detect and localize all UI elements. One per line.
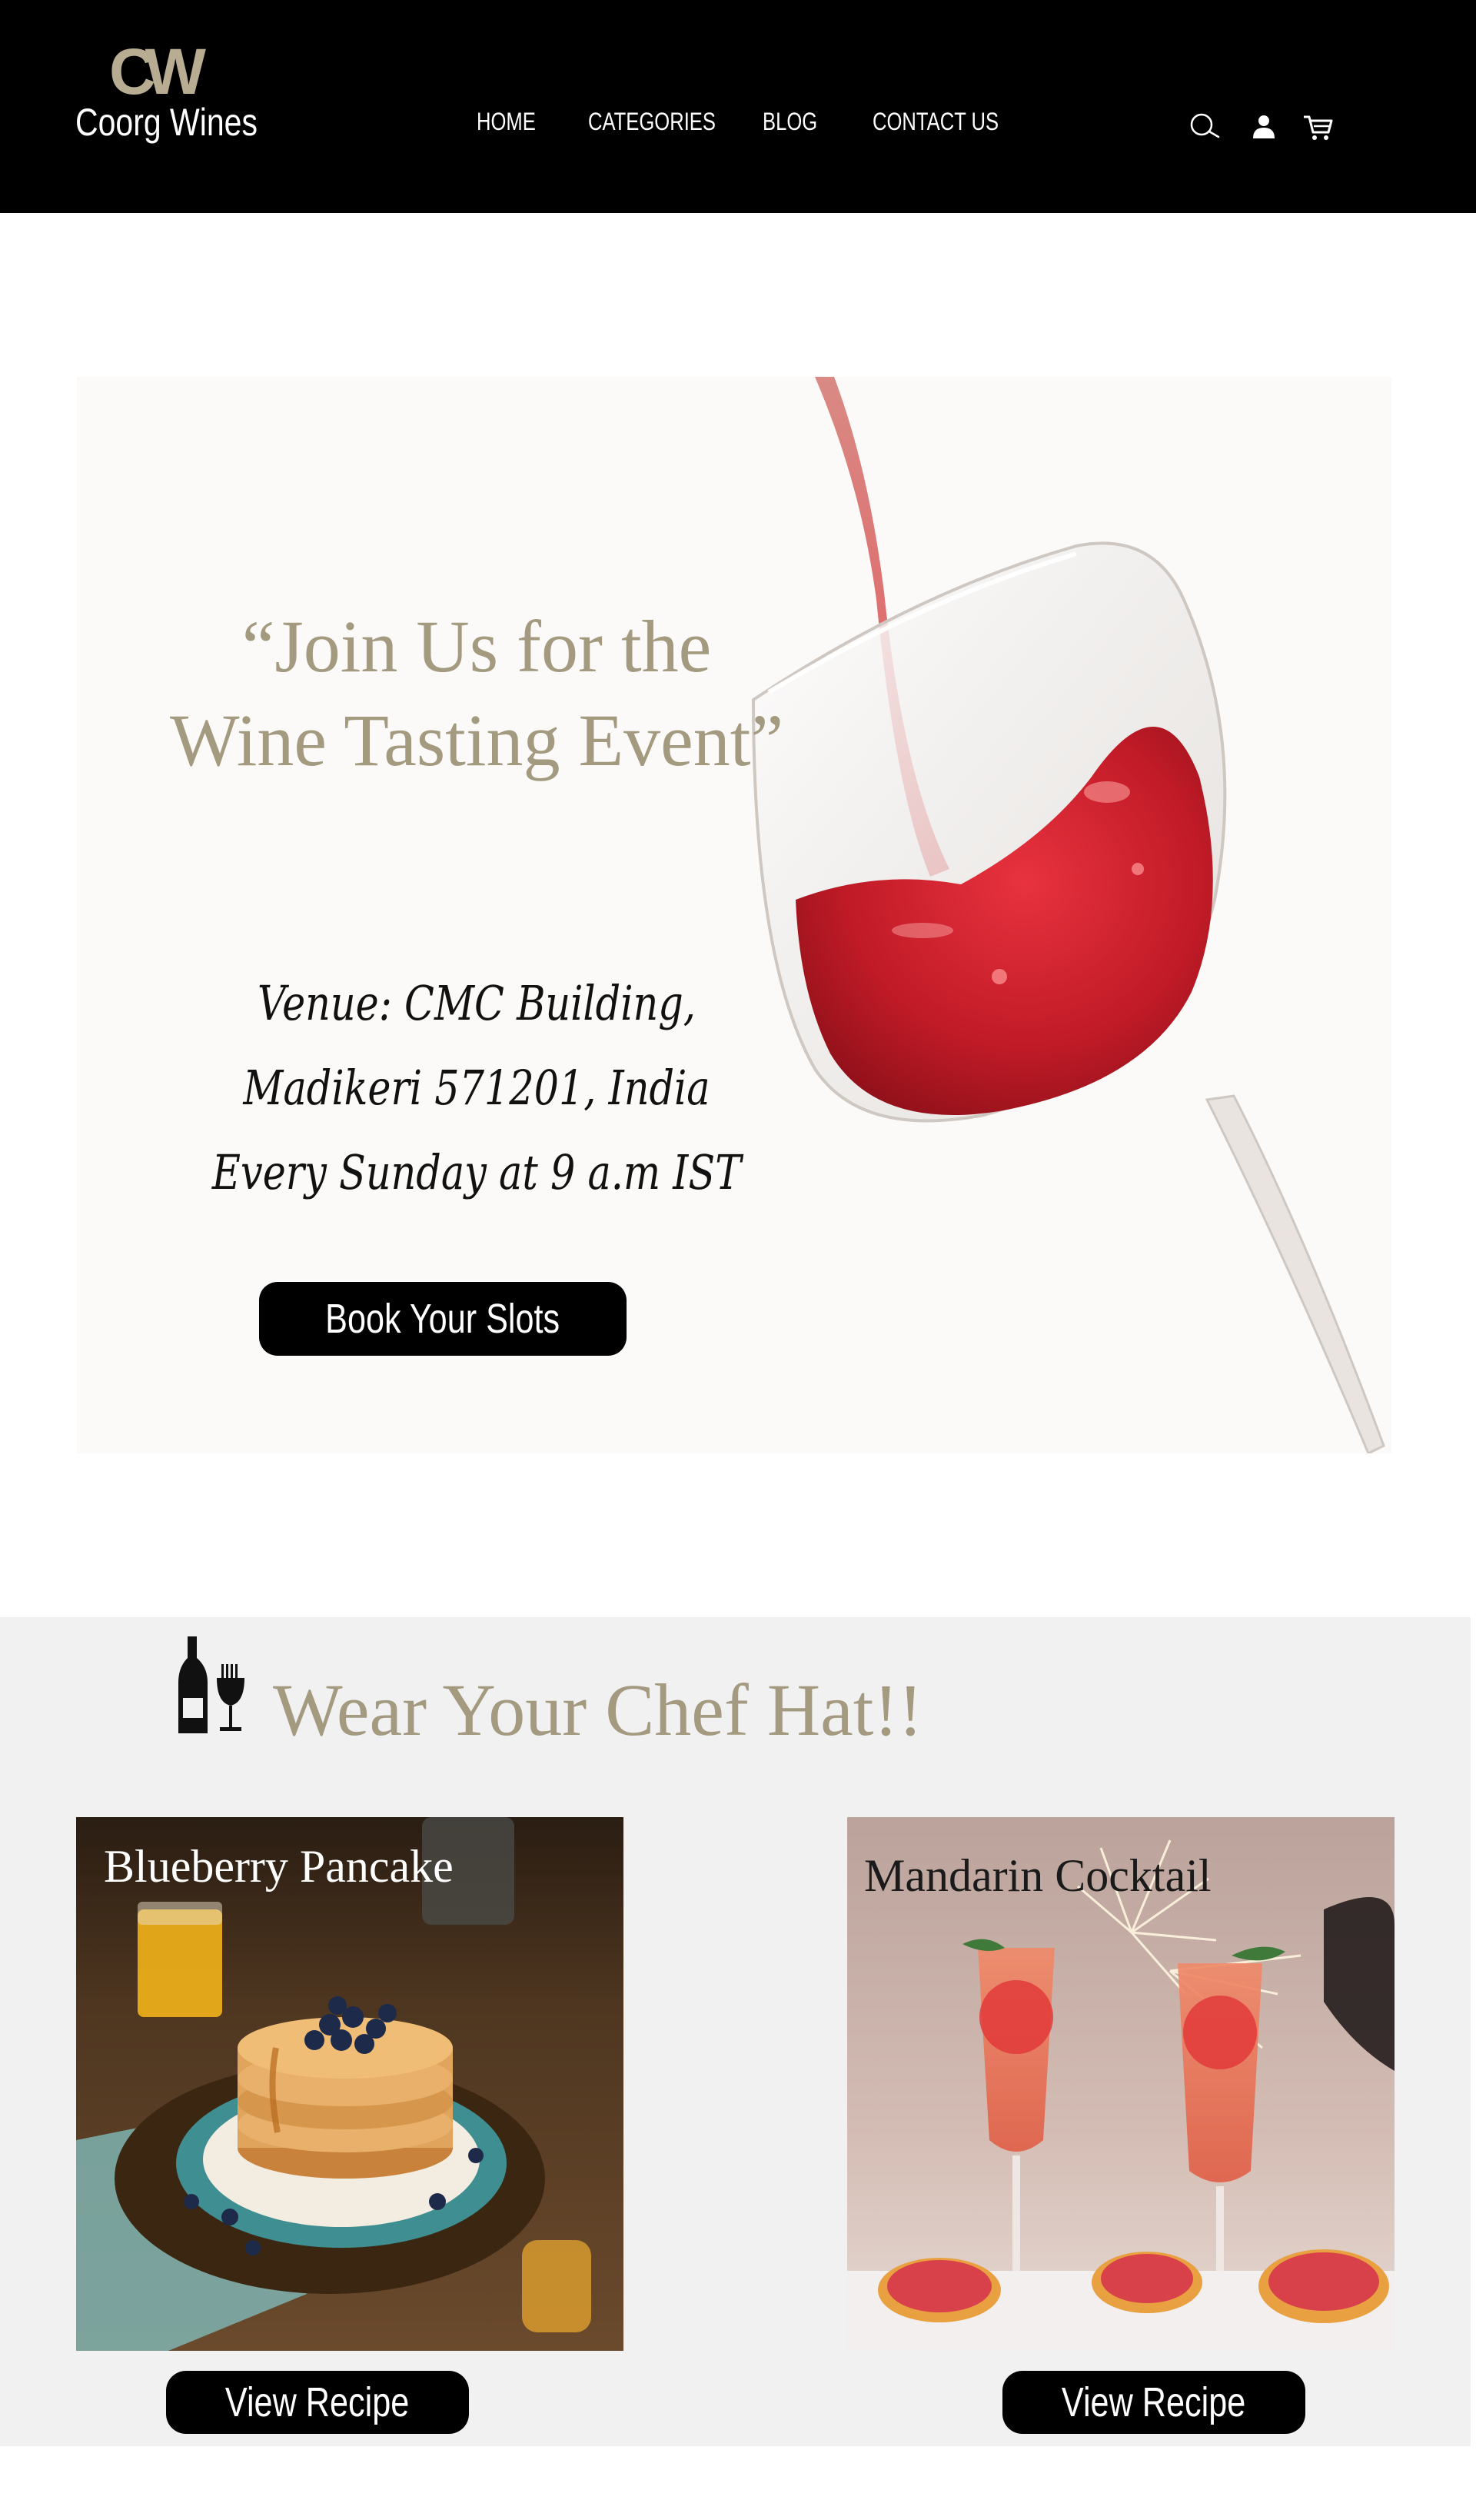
svg-text:CW: CW [109,40,207,102]
event-title-line-2: Wine Tasting Event” [169,699,784,781]
event-schedule: Every Sunday at 9 a.m IST [211,1144,742,1200]
nav-contact-us[interactable]: CONTACT US [873,108,999,136]
pancake-image [76,1817,623,2351]
recipe-card-mandarin-cocktail[interactable]: Mandarin Cocktail [847,1817,1395,2351]
user-icon[interactable] [1247,109,1281,143]
book-slots-label: Book Your Slots [325,1296,560,1342]
book-slots-button[interactable]: Book Your Slots [259,1282,627,1356]
venue-line-1: Venue: CMC Building, [258,975,696,1031]
venue-line-2: Madikeri 571201, India [243,1060,710,1116]
nav-categories[interactable]: CATEGORIES [588,108,716,136]
cart-icon[interactable] [1301,109,1335,143]
event-details: Venue: CMC Building, Madikeri 571201, In… [187,961,766,1215]
view-recipe-label: View Recipe [1062,2379,1246,2425]
recipe-title-mandarin-cocktail: Mandarin Cocktail [864,1850,1212,1901]
view-recipe-label: View Recipe [225,2379,410,2425]
site-header: CW Coorg Wines HOME CATEGORIES BLOG CONT… [0,0,1476,213]
event-hero-banner: “Join Us for the Wine Tasting Event” Ven… [77,377,1391,1453]
nav-blog[interactable]: BLOG [763,108,817,136]
recipe-card-blueberry-pancake[interactable]: Blueberry Pancake [76,1817,623,2351]
nav-home[interactable]: HOME [477,108,536,136]
event-title: “Join Us for the Wine Tasting Event” [92,600,861,787]
search-icon[interactable] [1188,109,1222,143]
view-recipe-button-cocktail[interactable]: View Recipe [1002,2371,1305,2434]
logo[interactable]: CW Coorg Wines [75,40,258,148]
view-recipe-button-pancake[interactable]: View Recipe [166,2371,469,2434]
logo-monogram: CW [109,40,208,102]
event-title-line-1: “Join Us for the [241,605,712,687]
recipes-section: Wear Your Chef Hat!! Blueberry Pancake M… [0,1617,1471,2446]
wine-bottle-fork-icon [178,1636,244,1733]
brand-name: Coorg Wines [75,101,258,144]
section-title: Wear Your Chef Hat!! [273,1669,923,1751]
recipe-title-blueberry-pancake: Blueberry Pancake [104,1841,454,1892]
